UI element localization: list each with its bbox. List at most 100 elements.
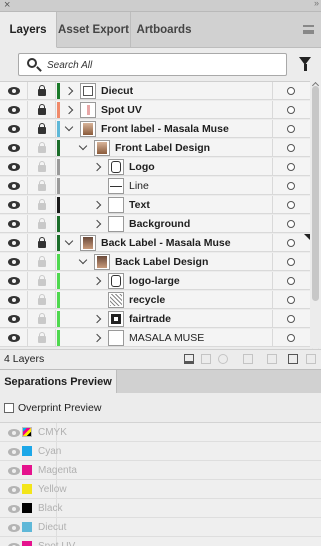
- eye-icon[interactable]: [8, 448, 20, 456]
- lock-toggle[interactable]: [28, 139, 56, 157]
- lock-toggle[interactable]: [28, 253, 56, 271]
- delete-layer-icon[interactable]: [306, 354, 316, 364]
- eye-icon[interactable]: [8, 505, 20, 513]
- lock-toggle[interactable]: [28, 310, 56, 328]
- visibility-toggle[interactable]: [0, 177, 28, 195]
- layer-row[interactable]: recycle: [0, 291, 310, 309]
- target-toggle[interactable]: [272, 272, 310, 290]
- filter-icon[interactable]: [299, 57, 311, 71]
- lock-toggle[interactable]: [28, 101, 56, 119]
- target-toggle[interactable]: [272, 196, 310, 214]
- layer-name[interactable]: Spot UV: [101, 101, 142, 119]
- target-toggle[interactable]: [272, 253, 310, 271]
- tab-layers[interactable]: Layers: [0, 12, 57, 48]
- layer-row[interactable]: fairtrade: [0, 310, 310, 328]
- visibility-toggle[interactable]: [0, 82, 28, 100]
- collapse-panel-icon[interactable]: »: [314, 0, 319, 8]
- tab-separations-preview[interactable]: Separations Preview: [0, 370, 117, 394]
- lock-toggle[interactable]: [28, 215, 56, 233]
- target-toggle[interactable]: [272, 120, 310, 138]
- visibility-toggle[interactable]: [0, 272, 28, 290]
- create-sublayer-icon[interactable]: [243, 354, 253, 364]
- target-toggle[interactable]: [272, 158, 310, 176]
- make-clipping-mask-icon[interactable]: [218, 354, 228, 364]
- plate-row[interactable]: CMYK: [0, 423, 321, 442]
- lock-toggle[interactable]: [28, 272, 56, 290]
- chevron-down-icon[interactable]: [78, 255, 88, 265]
- search-input[interactable]: [47, 57, 277, 73]
- layer-name[interactable]: logo-large: [129, 272, 180, 290]
- layer-row[interactable]: Diecut: [0, 82, 310, 100]
- plate-row[interactable]: Magenta: [0, 461, 321, 480]
- visibility-toggle[interactable]: [0, 291, 28, 309]
- eye-icon[interactable]: [8, 524, 20, 532]
- layer-name[interactable]: Text: [129, 196, 150, 214]
- visibility-toggle[interactable]: [0, 234, 28, 252]
- eye-icon[interactable]: [8, 486, 20, 494]
- target-toggle[interactable]: [272, 310, 310, 328]
- eye-icon[interactable]: [8, 467, 20, 475]
- visibility-toggle[interactable]: [0, 215, 28, 233]
- chevron-right-icon[interactable]: [92, 219, 102, 229]
- layer-name[interactable]: MASALA MUSE: [129, 329, 204, 347]
- visibility-toggle[interactable]: [0, 139, 28, 157]
- lock-toggle[interactable]: [28, 120, 56, 138]
- layer-name[interactable]: Line: [129, 177, 149, 195]
- search-box[interactable]: [18, 53, 287, 76]
- lock-toggle[interactable]: [28, 177, 56, 195]
- chevron-down-icon[interactable]: [78, 141, 88, 151]
- overprint-checkbox[interactable]: [4, 403, 14, 413]
- layer-name[interactable]: Back Label - Masala Muse: [101, 234, 231, 252]
- collect-for-export-icon[interactable]: [184, 354, 194, 364]
- tab-artboards[interactable]: Artboards: [131, 12, 197, 48]
- layer-name[interactable]: Front label - Masala Muse: [101, 120, 229, 138]
- visibility-toggle[interactable]: [0, 120, 28, 138]
- lock-toggle[interactable]: [28, 158, 56, 176]
- layer-row[interactable]: Back Label - Masala Muse: [0, 234, 310, 252]
- target-toggle[interactable]: [272, 101, 310, 119]
- chevron-right-icon[interactable]: [92, 200, 102, 210]
- layer-row[interactable]: Logo: [0, 158, 310, 176]
- visibility-toggle[interactable]: [0, 253, 28, 271]
- target-toggle[interactable]: [272, 82, 310, 100]
- visibility-toggle[interactable]: [0, 310, 28, 328]
- close-panel-icon[interactable]: ×: [4, 0, 10, 11]
- layer-name[interactable]: Diecut: [101, 82, 133, 100]
- target-toggle[interactable]: [272, 215, 310, 233]
- layer-row[interactable]: logo-large: [0, 272, 310, 290]
- layer-name[interactable]: Logo: [129, 158, 155, 176]
- plate-row[interactable]: Diecut: [0, 518, 321, 537]
- target-toggle[interactable]: [272, 177, 310, 195]
- layer-name[interactable]: Back Label Design: [115, 253, 208, 271]
- tab-asset-export[interactable]: Asset Export: [57, 12, 131, 48]
- layer-name[interactable]: Front Label Design: [115, 139, 210, 157]
- plate-row[interactable]: Spot UV: [0, 537, 321, 546]
- layer-row[interactable]: Front label - Masala Muse: [0, 120, 310, 138]
- target-toggle[interactable]: [272, 139, 310, 157]
- plate-row[interactable]: Cyan: [0, 442, 321, 461]
- layer-name[interactable]: fairtrade: [129, 310, 171, 328]
- layer-row[interactable]: Line: [0, 177, 310, 195]
- lock-toggle[interactable]: [28, 329, 56, 347]
- visibility-toggle[interactable]: [0, 101, 28, 119]
- visibility-toggle[interactable]: [0, 158, 28, 176]
- layer-name[interactable]: recycle: [129, 291, 165, 309]
- layer-row[interactable]: MASALA MUSE: [0, 329, 310, 347]
- chevron-down-icon[interactable]: [64, 236, 74, 246]
- plate-row[interactable]: Yellow: [0, 480, 321, 499]
- target-toggle[interactable]: [272, 291, 310, 309]
- visibility-toggle[interactable]: [0, 196, 28, 214]
- layer-row[interactable]: Back Label Design: [0, 253, 310, 271]
- chevron-right-icon[interactable]: [92, 276, 102, 286]
- lock-toggle[interactable]: [28, 82, 56, 100]
- scrollbar-thumb[interactable]: [312, 86, 319, 301]
- new-layer-icon[interactable]: [267, 354, 277, 364]
- lock-toggle[interactable]: [28, 291, 56, 309]
- add-layer-icon[interactable]: [288, 354, 298, 364]
- layer-row[interactable]: Front Label Design: [0, 139, 310, 157]
- lock-toggle[interactable]: [28, 234, 56, 252]
- chevron-right-icon[interactable]: [64, 105, 74, 115]
- chevron-right-icon[interactable]: [64, 86, 74, 96]
- layer-row[interactable]: Spot UV: [0, 101, 310, 119]
- panel-menu-icon[interactable]: [303, 25, 314, 34]
